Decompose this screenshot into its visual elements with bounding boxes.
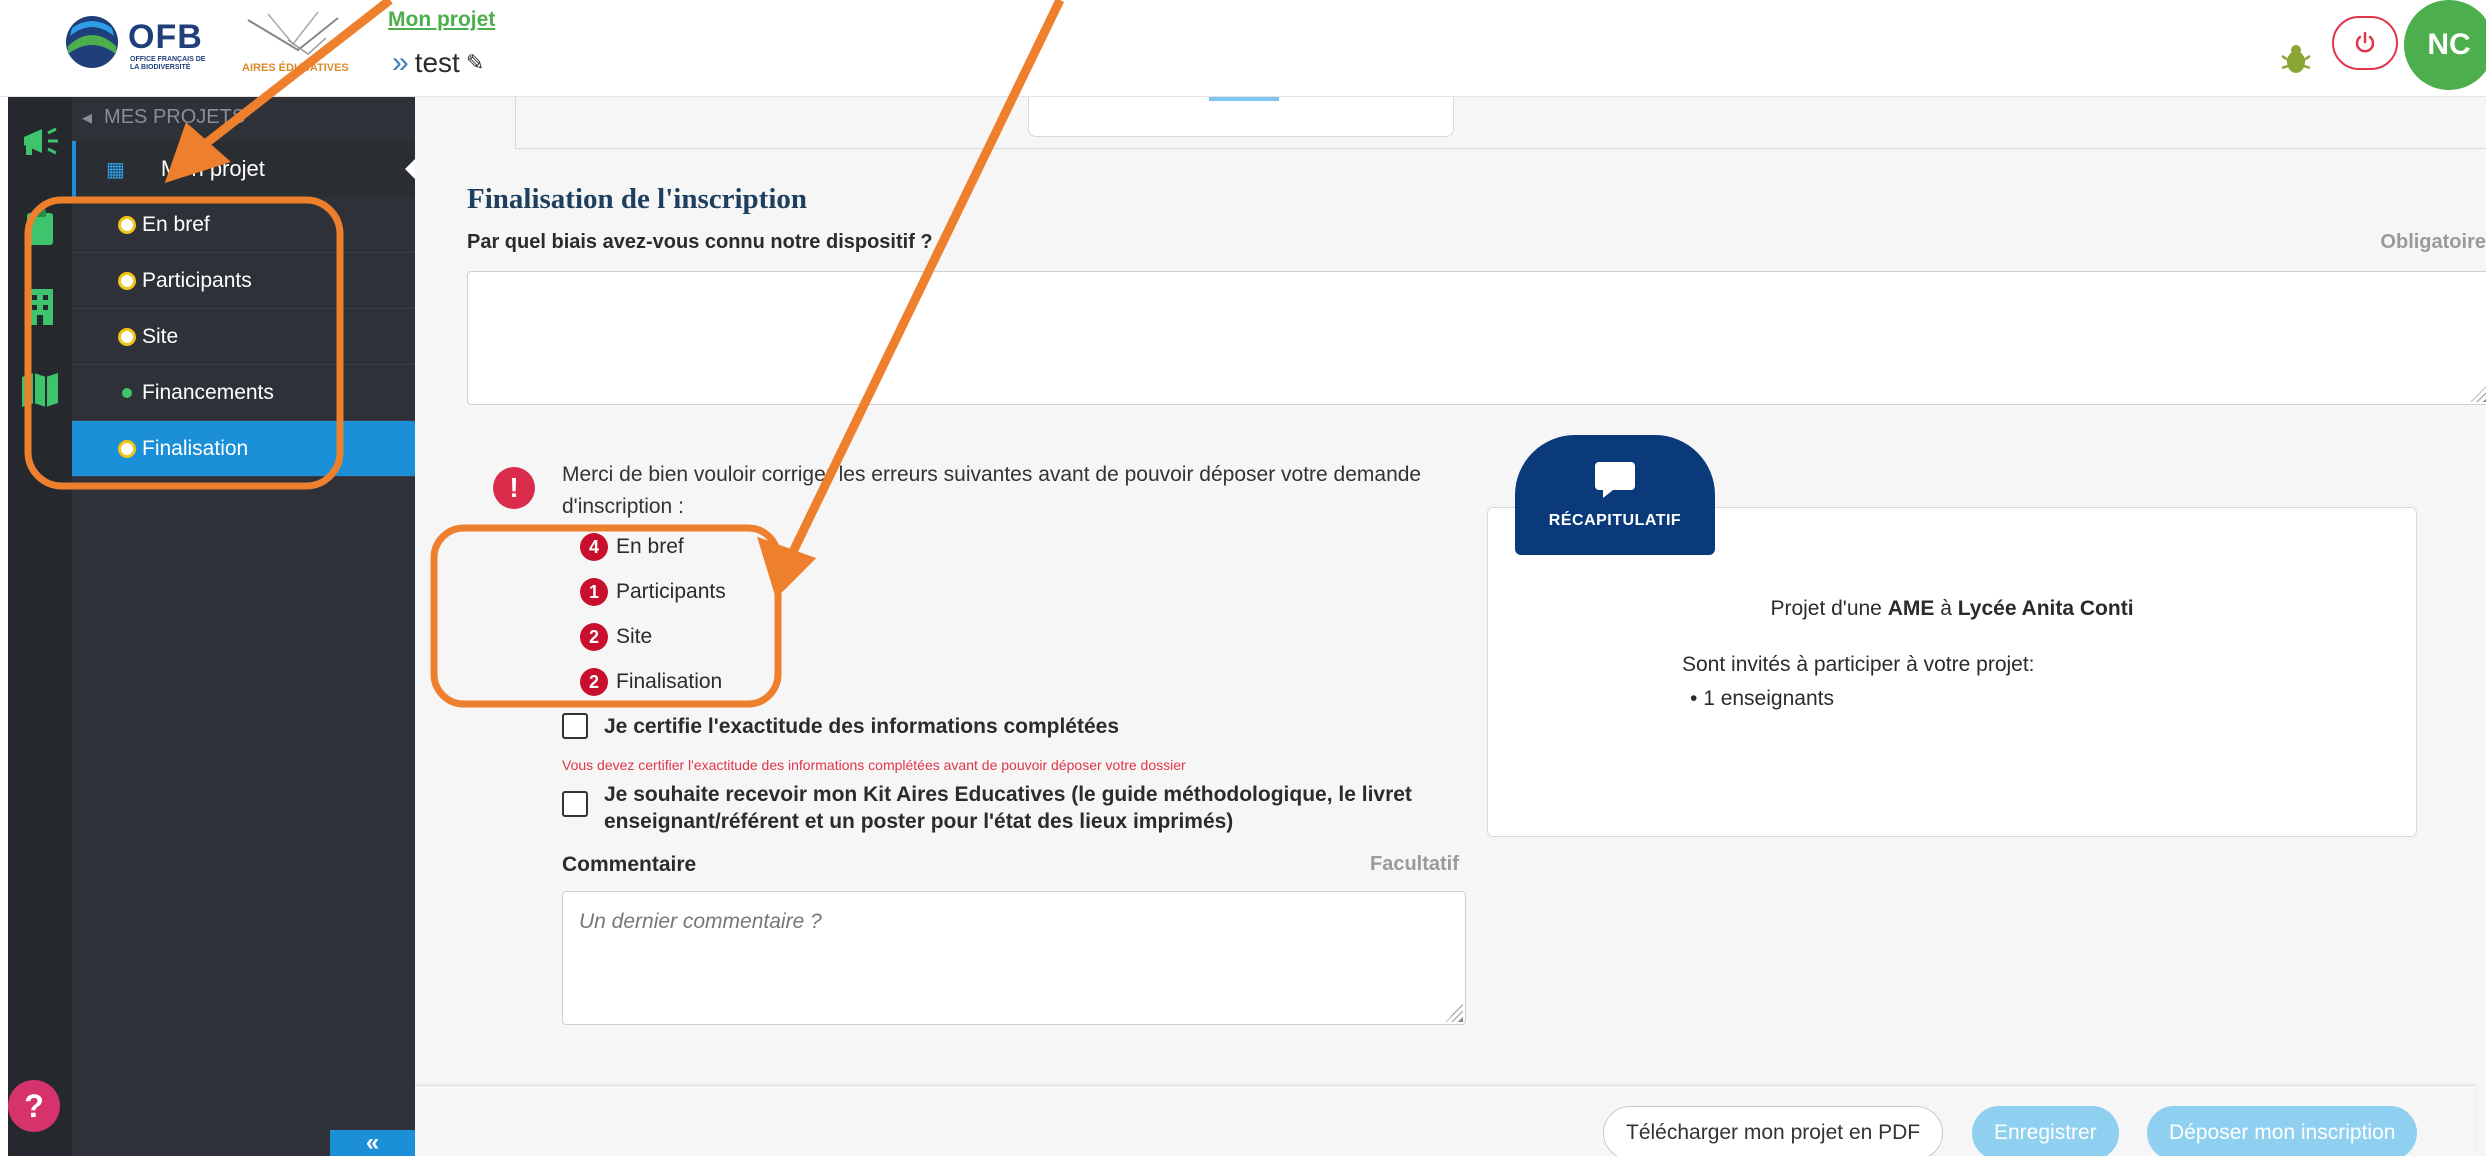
project-name-text: test	[414, 47, 460, 78]
error-count-badge: 4	[580, 533, 608, 561]
certify-warning: Vous devez certifier l'exactitude des in…	[562, 757, 1186, 773]
sidebar-item-mon-projet[interactable]: ▦ Mon projet	[72, 141, 417, 197]
required-label: Obligatoire	[2380, 231, 2486, 253]
error-link-en-bref[interactable]: 4 En bref	[580, 533, 684, 561]
certify-label[interactable]: Je certifie l'exactitude des information…	[604, 713, 1119, 740]
error-item-label: Finalisation	[616, 670, 723, 693]
referral-textarea[interactable]	[467, 271, 2486, 405]
download-pdf-button[interactable]: Télécharger mon projet en PDF	[1603, 1106, 1944, 1156]
ofb-logo-subtitle: OFFICE FRANÇAIS DE LA BIODIVERSITÉ	[130, 56, 206, 71]
previous-section-box	[515, 97, 2486, 149]
breadcrumb-mon-projet[interactable]: Mon projet	[388, 8, 495, 32]
help-button[interactable]: ?	[8, 1080, 60, 1132]
previous-section-card	[1028, 97, 1454, 137]
caret-left-icon: ◂	[82, 106, 93, 129]
speech-bubble-icon	[1595, 462, 1635, 498]
error-item-label: En bref	[616, 535, 684, 558]
error-link-site[interactable]: 2 Site	[580, 623, 652, 651]
sidebar-item-label: Participants	[142, 268, 252, 292]
error-link-finalisation[interactable]: 2 Finalisation	[580, 668, 722, 696]
comment-optional-label: Facultatif	[1370, 853, 1459, 875]
sidebar-section-header[interactable]: ◂ MES PROJETS	[72, 97, 415, 137]
recap-tab-label: RÉCAPITULATIF	[1548, 512, 1682, 529]
error-link-participants[interactable]: 1 Participants	[580, 578, 726, 606]
aires-logo-text: AIRES ÉDUCATIVES	[242, 62, 349, 74]
ofb-logo-text: OFB	[128, 18, 203, 56]
recap-school: Lycée Anita Conti	[1957, 597, 2134, 620]
sidebar-section-label: MES PROJETS	[104, 105, 246, 128]
comment-label: Commentaire	[562, 853, 697, 876]
sidebar-item-finalisation[interactable]: Finalisation	[72, 421, 415, 477]
map-icon[interactable]	[8, 359, 72, 419]
status-dot-icon	[118, 439, 136, 458]
kit-row: Je souhaite recevoir mon Kit Aires Educa…	[562, 781, 1462, 835]
top-bar: OFB OFFICE FRANÇAIS DE LA BIODIVERSITÉ A…	[0, 0, 2486, 97]
sidebar-item-label: Site	[142, 324, 179, 348]
sidebar-item-site[interactable]: Site	[72, 309, 415, 365]
save-button[interactable]: Enregistrer	[1972, 1106, 2119, 1156]
calendar-icon: ▦	[106, 158, 125, 181]
recap-mid: à	[1934, 597, 1958, 620]
comment-textarea[interactable]: Un dernier commentaire ?	[562, 891, 1466, 1025]
recap-project-type: AME	[1887, 597, 1935, 620]
kit-label[interactable]: Je souhaite recevoir mon Kit Aires Educa…	[604, 781, 1462, 835]
error-item-label: Site	[616, 625, 653, 648]
error-count-badge: 2	[580, 668, 608, 696]
icon-rail	[8, 97, 72, 1156]
error-count-badge: 2	[580, 623, 608, 651]
bug-icon[interactable]	[2278, 42, 2314, 78]
resize-grip-icon[interactable]	[1445, 1004, 1463, 1022]
recap-prefix: Projet d'une	[1770, 597, 1888, 620]
main-content: Finalisation de l'inscription Par quel b…	[415, 97, 2486, 1156]
double-chevron-right-icon: »	[392, 46, 409, 79]
recap-invited-label: Sont invités à participer à votre projet…	[1682, 653, 2035, 676]
sidebar-step-list: En bref Participants Site Financements F…	[72, 197, 415, 477]
sidebar-item-financements[interactable]: Financements	[72, 365, 415, 421]
error-item-label: Participants	[616, 580, 726, 603]
project-title: » test ✎	[392, 46, 484, 80]
sidebar-item-label: En bref	[142, 212, 210, 236]
status-dot-complete-icon	[120, 385, 134, 400]
sidebar-item-label: Finalisation	[142, 436, 249, 460]
submit-button[interactable]: Déposer mon inscription	[2147, 1106, 2418, 1156]
recap-tab[interactable]: RÉCAPITULATIF	[1515, 435, 1715, 555]
page-title: Finalisation de l'inscription	[467, 183, 807, 215]
resize-grip-icon[interactable]	[2470, 384, 2486, 402]
sidebar-item-label: Financements	[142, 380, 274, 404]
edit-icon[interactable]: ✎	[466, 50, 484, 76]
referral-question-label: Par quel biais avez-vous connu notre dis…	[467, 231, 933, 253]
aires-educatives-logo[interactable]: AIRES ÉDUCATIVES	[238, 10, 358, 76]
collapse-sidebar-button[interactable]: «	[330, 1129, 415, 1156]
sidebar-main-label: Mon projet	[160, 156, 265, 181]
recap-invited-item-text: 1 enseignants	[1703, 687, 1834, 710]
status-dot-icon	[118, 271, 136, 290]
certify-row: Je certifie l'exactitude des information…	[562, 713, 1119, 740]
sidebar-item-en-bref[interactable]: En bref	[72, 197, 415, 253]
megaphone-icon[interactable]	[8, 111, 72, 171]
status-dot-icon	[118, 327, 136, 346]
sidebar-item-participants[interactable]: Participants	[72, 253, 415, 309]
comment-placeholder: Un dernier commentaire ?	[579, 910, 822, 933]
error-count-badge: 1	[580, 578, 608, 606]
error-message: Merci de bien vouloir corriger les erreu…	[562, 463, 1422, 518]
status-dot-icon	[118, 215, 136, 234]
recap-project-line: Projet d'une AME à Lycée Anita Conti	[1487, 597, 2417, 621]
certify-checkbox[interactable]	[562, 713, 588, 739]
error-exclamation-icon: !	[493, 467, 535, 509]
building-icon[interactable]	[8, 277, 72, 337]
power-icon	[2355, 31, 2375, 53]
clipboard-icon[interactable]	[8, 197, 72, 257]
recap-invited-item: • 1 enseignants	[1690, 687, 1834, 710]
aires-bird-icon	[247, 11, 339, 55]
project-sidebar: ◂ MES PROJETS ▦ Mon projet En bref Parti…	[72, 97, 417, 1156]
ofb-logo[interactable]: OFB OFFICE FRANÇAIS DE LA BIODIVERSITÉ	[64, 14, 214, 72]
action-footer: Télécharger mon projet en PDF Enregistre…	[415, 1085, 2475, 1156]
ofb-logo-icon	[66, 16, 118, 68]
logout-button[interactable]	[2332, 16, 2398, 70]
user-avatar[interactable]: NC	[2404, 0, 2486, 90]
kit-checkbox[interactable]	[562, 791, 588, 817]
